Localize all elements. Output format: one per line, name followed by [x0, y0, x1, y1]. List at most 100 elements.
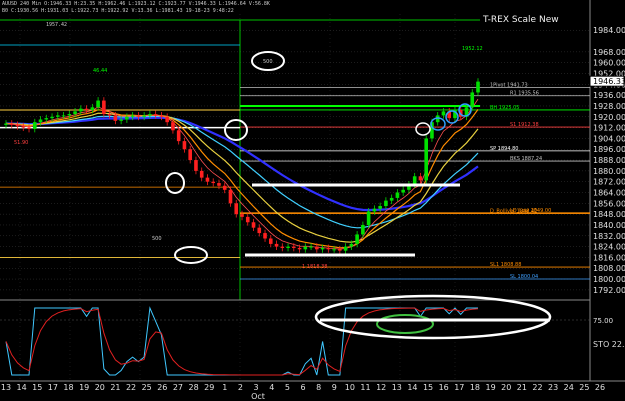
candle-body — [102, 100, 106, 115]
value-label: 1 1818.38 — [302, 264, 327, 270]
x-tick-label: 21 — [517, 383, 527, 392]
candle-body — [21, 126, 26, 128]
x-tick-label: 27 — [173, 383, 183, 392]
x-tick-label: 25 — [579, 383, 589, 392]
y-tick-label: 1872.00 — [593, 178, 625, 187]
candle-body — [84, 108, 89, 111]
candle-body — [240, 214, 244, 217]
x-tick-label: 28 — [188, 383, 198, 392]
annotation-ellipse — [174, 246, 208, 264]
level-label: BH 1925.05 — [490, 105, 519, 111]
value-label: 51.90 — [14, 140, 28, 146]
candle-body — [268, 238, 273, 244]
candle-body — [349, 243, 354, 247]
x-tick-label: 17 — [48, 383, 58, 392]
y-tick-label: 1896.00 — [593, 145, 625, 154]
candle-body — [395, 192, 400, 198]
value-label: 1952.12 — [462, 46, 483, 52]
x-tick-label: 13 — [1, 383, 11, 392]
candle-body — [56, 115, 60, 117]
candle-body — [153, 114, 158, 116]
candle-body — [9, 123, 14, 125]
candle-body — [441, 111, 446, 116]
header-line-1: AUUSD 240 Min O:1946.33 H:23.35 H:1962.4… — [2, 1, 270, 7]
candle-body — [107, 114, 112, 116]
annotation-ellipse — [165, 172, 185, 194]
x-tick-label: 23 — [548, 383, 558, 392]
header-line-3: 1957.42 — [46, 22, 68, 28]
y-tick-label: 1888.00 — [593, 156, 625, 165]
candle-body — [309, 246, 313, 248]
candle-body — [130, 115, 135, 117]
value-label: 500 — [152, 236, 162, 242]
candle-body — [27, 127, 31, 129]
candle-body — [148, 114, 152, 116]
moving-average-line — [5, 116, 479, 212]
x-tick-label: 29 — [204, 383, 214, 392]
oscillator-line — [5, 306, 478, 376]
candle-body — [251, 222, 256, 228]
candle-body — [263, 233, 267, 239]
candle-body — [280, 246, 285, 248]
level-label: SL 1800.04 — [510, 274, 538, 280]
candle-body — [217, 183, 221, 186]
month-label: Oct — [251, 392, 265, 401]
y-tick-label: 1928.00 — [593, 102, 625, 111]
candle-body — [113, 115, 118, 121]
x-tick-label: 12 — [376, 383, 386, 392]
candle-body — [125, 116, 129, 120]
candle-body — [38, 119, 43, 123]
y-tick-label: 1840.00 — [593, 221, 625, 230]
header-line-2: B0 C:1930.56 H:1931.03 L:1922.73 H:1922.… — [2, 8, 234, 14]
x-tick-label: 4 — [269, 383, 274, 392]
x-tick-label: 6 — [300, 383, 305, 392]
x-tick-label: 5 — [285, 383, 290, 392]
candle-body — [355, 234, 359, 244]
candle-body — [401, 189, 405, 193]
candle-body — [4, 123, 8, 125]
candle-body — [44, 118, 49, 120]
y-tick-label: 1936.00 — [593, 91, 625, 100]
candle-body — [159, 115, 164, 117]
candle-body — [315, 246, 319, 250]
candle-body — [171, 122, 175, 131]
candle-body — [234, 203, 239, 215]
x-tick-label: 19 — [485, 383, 495, 392]
candle-body — [205, 177, 210, 182]
x-tick-label: 14 — [407, 383, 417, 392]
candle-body — [165, 116, 169, 123]
oscillator-line — [5, 307, 479, 376]
level-label: R1 1935.56 — [510, 91, 539, 97]
y-tick-label: 1968.00 — [593, 48, 625, 57]
x-tick-label: 25 — [142, 383, 152, 392]
candle-body — [194, 160, 198, 171]
candle-body — [67, 114, 72, 116]
y-tick-label: 1912.00 — [593, 124, 625, 133]
candle-body — [297, 247, 302, 250]
candle-body — [274, 243, 279, 247]
candle-body — [222, 185, 227, 190]
y-tick-label: 1816.00 — [593, 253, 625, 262]
x-tick-label: 15 — [32, 383, 42, 392]
y-tick-label: 1792.00 — [593, 286, 625, 295]
price-chart: 1984.001968.001960.001952.001944.001936.… — [0, 0, 625, 401]
osc-level-label: 75.00 — [593, 317, 613, 325]
candle-body — [418, 176, 423, 181]
x-tick-label: 10 — [345, 383, 355, 392]
candle-body — [378, 206, 382, 209]
level-label: 1Pivot 1941.73 — [490, 82, 528, 88]
x-tick-label: 22 — [532, 383, 542, 392]
x-tick-label: 15 — [423, 383, 433, 392]
candle-body — [470, 92, 475, 108]
candle-body — [303, 246, 308, 250]
candle-body — [320, 247, 325, 250]
x-tick-label: 18 — [63, 383, 73, 392]
level-label: BKS 1887.24 — [510, 156, 542, 162]
x-tick-label: 8 — [316, 383, 321, 392]
y-tick-label: 1960.00 — [593, 59, 625, 68]
value-label: 500 — [263, 59, 273, 65]
annotation-ellipse — [376, 314, 434, 334]
x-tick-label: 18 — [470, 383, 480, 392]
candle-body — [176, 130, 181, 142]
y-tick-label: 1880.00 — [593, 167, 625, 176]
